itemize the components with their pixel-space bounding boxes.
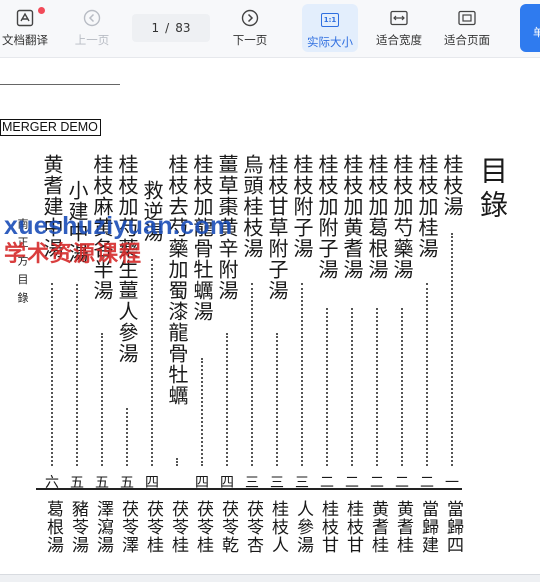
top-rule [0, 84, 120, 85]
edge-button-label: 单 [533, 26, 540, 39]
translate-button[interactable]: 文档翻译 [0, 8, 50, 52]
fit-page-icon [457, 8, 477, 28]
fit-page-label: 适合页面 [444, 33, 490, 47]
prev-page-button[interactable]: 上一页 [72, 8, 112, 52]
bottom-entry: 桂枝甘 [318, 500, 338, 554]
toc-leader-dots [76, 284, 78, 466]
document-page: MERGER DEMO 目錄 桂枝湯一桂枝加桂湯二桂枝加芍藥湯二桂枝加葛根湯二桂… [0, 58, 540, 582]
toc-leader-dots [426, 283, 428, 466]
bottom-entry: 人參湯 [293, 500, 313, 554]
toc-entry-name: 桂枝甘草附子湯 [265, 154, 289, 301]
bottom-entry: 桂枝人 [268, 500, 288, 554]
toc-leader-dots [326, 308, 328, 466]
toc-entry-name: 烏頭桂枝湯 [240, 154, 264, 259]
next-page-button[interactable]: 下一页 [230, 8, 270, 52]
bottom-entry: 茯苓桂 [168, 500, 188, 554]
translate-icon [15, 8, 35, 28]
toc-entry-name: 桂枝加黄耆湯 [340, 154, 364, 280]
toc-leader-dots [51, 283, 53, 466]
toc-leader-dots [351, 308, 353, 466]
bottom-entry: 茯苓桂 [193, 500, 213, 554]
bottom-entry: 桂枝甘 [343, 500, 363, 554]
watermark-text: 学术资源课程 [4, 242, 143, 267]
actual-size-label: 实际大小 [307, 35, 353, 49]
toc-leader-dots [301, 283, 303, 466]
toc-leader-dots [176, 458, 178, 466]
status-bar [0, 574, 540, 582]
toc-leader-dots [401, 308, 403, 466]
notification-dot [38, 7, 45, 14]
chevron-left-icon [82, 8, 102, 28]
divider-line [36, 488, 462, 490]
fit-width-icon [389, 8, 409, 28]
toc-leader-dots [151, 259, 153, 466]
toc-entry-name: 桂枝加桂湯 [415, 154, 439, 259]
toc-leader-dots [276, 333, 278, 466]
actual-size-icon: 1:1 [320, 10, 340, 30]
bottom-entry: 豬苓湯 [68, 500, 88, 554]
bottom-entry: 黄耆桂 [393, 500, 413, 554]
toc-entry-name: 桂枝加葛根湯 [365, 154, 389, 280]
toc-entry-name: 桂枝加附子湯 [315, 154, 339, 280]
toc-title: 目錄 [476, 156, 509, 224]
bottom-entry: 葛根湯 [43, 500, 63, 554]
toc-entry-name: 桂枝加芍藥湯 [390, 154, 414, 280]
toc-entry-name: 桂枝附子湯 [290, 154, 314, 259]
toc-leader-dots [201, 358, 203, 466]
toc-leader-dots [226, 333, 228, 466]
page-indicator[interactable]: 1 / 83 [132, 14, 210, 42]
bottom-entry: 當歸建 [418, 500, 438, 554]
bottom-entry: 茯苓澤 [118, 500, 138, 554]
page-separator: / [165, 21, 170, 35]
bottom-entry: 當歸四 [443, 500, 463, 554]
chevron-right-icon [240, 8, 260, 28]
toolbar: 文档翻译 上一页 1 / 83 下一页 1:1 实际大小 适合宽度 适合页面 单 [0, 0, 540, 58]
page-total: 83 [175, 21, 191, 35]
edge-button[interactable]: 单 [520, 4, 540, 52]
toc-leader-dots [376, 308, 378, 466]
prev-page-label: 上一页 [74, 33, 110, 47]
bottom-entry: 澤瀉湯 [93, 500, 113, 554]
next-page-label: 下一页 [232, 33, 268, 47]
merger-demo-label: MERGER DEMO [0, 119, 101, 136]
page-current[interactable]: 1 [152, 21, 160, 35]
bottom-entry: 茯苓乾 [218, 500, 238, 554]
actual-size-button[interactable]: 1:1 实际大小 [302, 4, 358, 52]
toc-leader-dots [126, 408, 128, 466]
toc-leader-dots [451, 233, 453, 466]
fit-page-button[interactable]: 适合页面 [440, 8, 494, 52]
fit-width-label: 适合宽度 [376, 33, 422, 47]
toc-entry-name: 桂枝去芍藥加蜀漆龍骨牡蠣 [165, 154, 189, 406]
toc-leader-dots [101, 333, 103, 466]
toc-leader-dots [251, 283, 253, 466]
bottom-entry: 茯苓桂 [143, 500, 163, 554]
toc-entry-name: 桂枝湯 [440, 154, 464, 217]
fit-width-button[interactable]: 适合宽度 [372, 8, 426, 52]
bottom-entry: 茯苓杏 [243, 500, 263, 554]
bottom-entry: 黄耆桂 [368, 500, 388, 554]
translate-label: 文档翻译 [2, 33, 48, 47]
